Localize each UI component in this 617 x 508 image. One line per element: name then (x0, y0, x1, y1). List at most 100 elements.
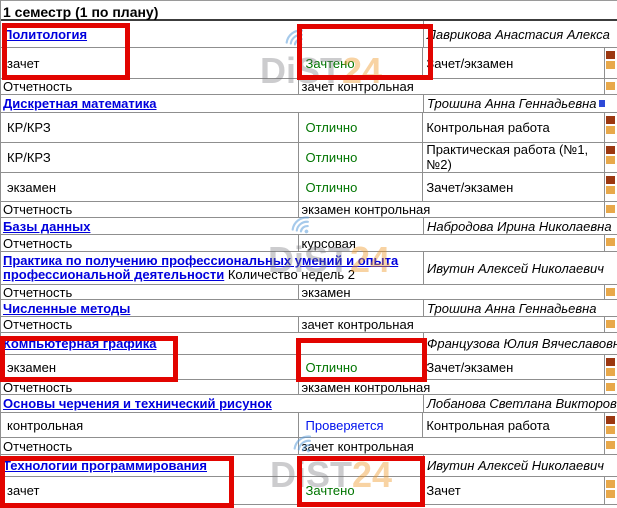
clipped-text-fragment (606, 320, 615, 328)
annotation-box-politologiya (2, 23, 130, 80)
clipped-cell (604, 380, 617, 394)
annotation-box-otlichno (296, 338, 427, 382)
report-row: Отчетность зачет контрольная (1, 438, 617, 455)
assessment-form: Зачет (422, 477, 604, 504)
teacher-name: Трошина Анна Геннадьевна (423, 95, 617, 112)
clipped-text-fragment (606, 416, 615, 434)
discipline-cell: Практика по получению профессиональных у… (1, 252, 423, 284)
annotation-box-zachteno-top (297, 24, 433, 80)
report-row: Отчетность экзамен контрольная (1, 380, 617, 395)
assessment-type: экзамен (1, 173, 298, 201)
teacher-name: Набродова Ирина Николаевна (423, 218, 617, 234)
report-value: экзамен контрольная (298, 380, 605, 394)
grade-value: Отлично (298, 173, 423, 201)
clipped-cell (604, 438, 617, 454)
discipline-link-bazy-dannyh[interactable]: Базы данных (3, 219, 90, 234)
report-label: Отчетность (1, 438, 298, 454)
assessment-type: контрольная (1, 413, 298, 437)
annotation-box-tehnologii (0, 456, 234, 508)
clipped-cell (604, 355, 617, 379)
grade-value: Отлично (298, 113, 423, 142)
report-row: Отчетность курсовая (1, 235, 617, 252)
report-label: Отчетность (1, 285, 298, 299)
discipline-link-chislennye[interactable]: Численные методы (3, 301, 130, 316)
assessment-row: КР/КРЗ Отлично Контрольная работа (1, 113, 617, 143)
report-label: Отчетность (1, 380, 298, 394)
clipped-cell (604, 113, 617, 142)
unknown-blue-icon (599, 100, 605, 107)
clipped-cell (604, 285, 617, 299)
report-label: Отчетность (1, 235, 298, 251)
assessment-type: КР/КРЗ (1, 143, 298, 172)
teacher-name: Лаврикова Анастасия Алекса (423, 21, 617, 47)
clipped-text-fragment (606, 238, 615, 246)
assessment-form: Зачет/экзамен (422, 173, 604, 201)
report-value: экзамен (298, 285, 605, 299)
assessment-type: КР/КРЗ (1, 113, 298, 142)
discipline-cell: Базы данных (1, 218, 423, 234)
gradebook-page: 1 семестр (1 по плану) Политология Лаври… (0, 0, 617, 508)
teacher-name: Ивутин Алексей Николаевич (423, 455, 617, 476)
discipline-link-cherchenie[interactable]: Основы черчения и технический рисунок (3, 396, 272, 411)
clipped-text-fragment (606, 176, 615, 194)
report-value: зачет контрольная (298, 317, 605, 332)
assessment-row: КР/КРЗ Отлично Практическая работа (№1, … (1, 143, 617, 173)
clipped-cell (604, 317, 617, 332)
clipped-text-fragment (606, 358, 615, 376)
clipped-cell (604, 79, 617, 94)
teacher-name: Трошина Анна Геннадьевна (423, 300, 617, 316)
clipped-text-fragment (606, 51, 615, 69)
report-row: Отчетность экзамен (1, 285, 617, 300)
assessment-row: экзамен Отлично Зачет/экзамен (1, 173, 617, 202)
discipline-row: Численные методы Трошина Анна Геннадьевн… (1, 300, 617, 317)
clipped-text-fragment (606, 288, 615, 296)
report-label: Отчетность (1, 79, 298, 94)
discipline-cell: Основы черчения и технический рисунок (1, 395, 423, 412)
clipped-text-fragment (606, 383, 615, 391)
report-value: экзамен контрольная (298, 202, 605, 217)
clipped-cell (604, 173, 617, 201)
report-label: Отчетность (1, 202, 298, 217)
clipped-cell (604, 235, 617, 251)
grade-value: Отлично (298, 143, 423, 172)
semester-title: 1 семестр (1 по плану) (1, 0, 617, 21)
clipped-text-fragment (606, 82, 615, 90)
report-row: Отчетность экзамен контрольная (1, 202, 617, 218)
assessment-form: Практическая работа (№1, №2) (422, 143, 604, 172)
discipline-row: Практика по получению профессиональных у… (1, 252, 617, 285)
discipline-row: Дискретная математика Трошина Анна Генна… (1, 95, 617, 113)
report-value: зачет контрольная (298, 79, 605, 94)
clipped-cell (604, 413, 617, 437)
clipped-text-fragment (606, 441, 615, 449)
report-value: зачет контрольная (298, 438, 605, 454)
clipped-cell (604, 477, 617, 504)
clipped-cell (604, 202, 617, 217)
report-label: Отчетность (1, 317, 298, 332)
assessment-form: Зачет/экзамен (422, 48, 604, 78)
assessment-form: Контрольная работа (422, 113, 604, 142)
clipped-cell (604, 48, 617, 78)
discipline-cell: Численные методы (1, 300, 423, 316)
grade-status: Проверяется (298, 413, 423, 437)
clipped-text-fragment (606, 480, 615, 498)
teacher-name: Ивутин Алексей Николаевич (423, 252, 617, 284)
clipped-text-fragment (606, 116, 615, 134)
annotation-box-komp-grafika (0, 336, 178, 382)
clipped-text-fragment (606, 205, 615, 213)
assessment-form: Контрольная работа (422, 413, 604, 437)
annotation-box-zachteno-bottom (297, 456, 425, 507)
discipline-link-diskretnaya[interactable]: Дискретная математика (3, 96, 157, 111)
clipped-cell (604, 143, 617, 172)
report-row: Отчетность зачет контрольная (1, 317, 617, 333)
assessment-form: Зачет/экзамен (422, 355, 604, 379)
discipline-row: Базы данных Набродова Ирина Николаевна (1, 218, 617, 235)
clipped-text-fragment (606, 146, 615, 164)
teacher-name: Французова Юлия Вячеславовн (423, 333, 617, 354)
discipline-row: Основы черчения и технический рисунок Ло… (1, 395, 617, 413)
report-row: Отчетность зачет контрольная (1, 79, 617, 95)
discipline-cell: Дискретная математика (1, 95, 423, 112)
report-value: курсовая (298, 235, 605, 251)
assessment-row: контрольная Проверяется Контрольная рабо… (1, 413, 617, 438)
discipline-note: Количество недель 2 (224, 267, 355, 282)
teacher-name: Лобанова Светлана Викторов (423, 395, 617, 412)
